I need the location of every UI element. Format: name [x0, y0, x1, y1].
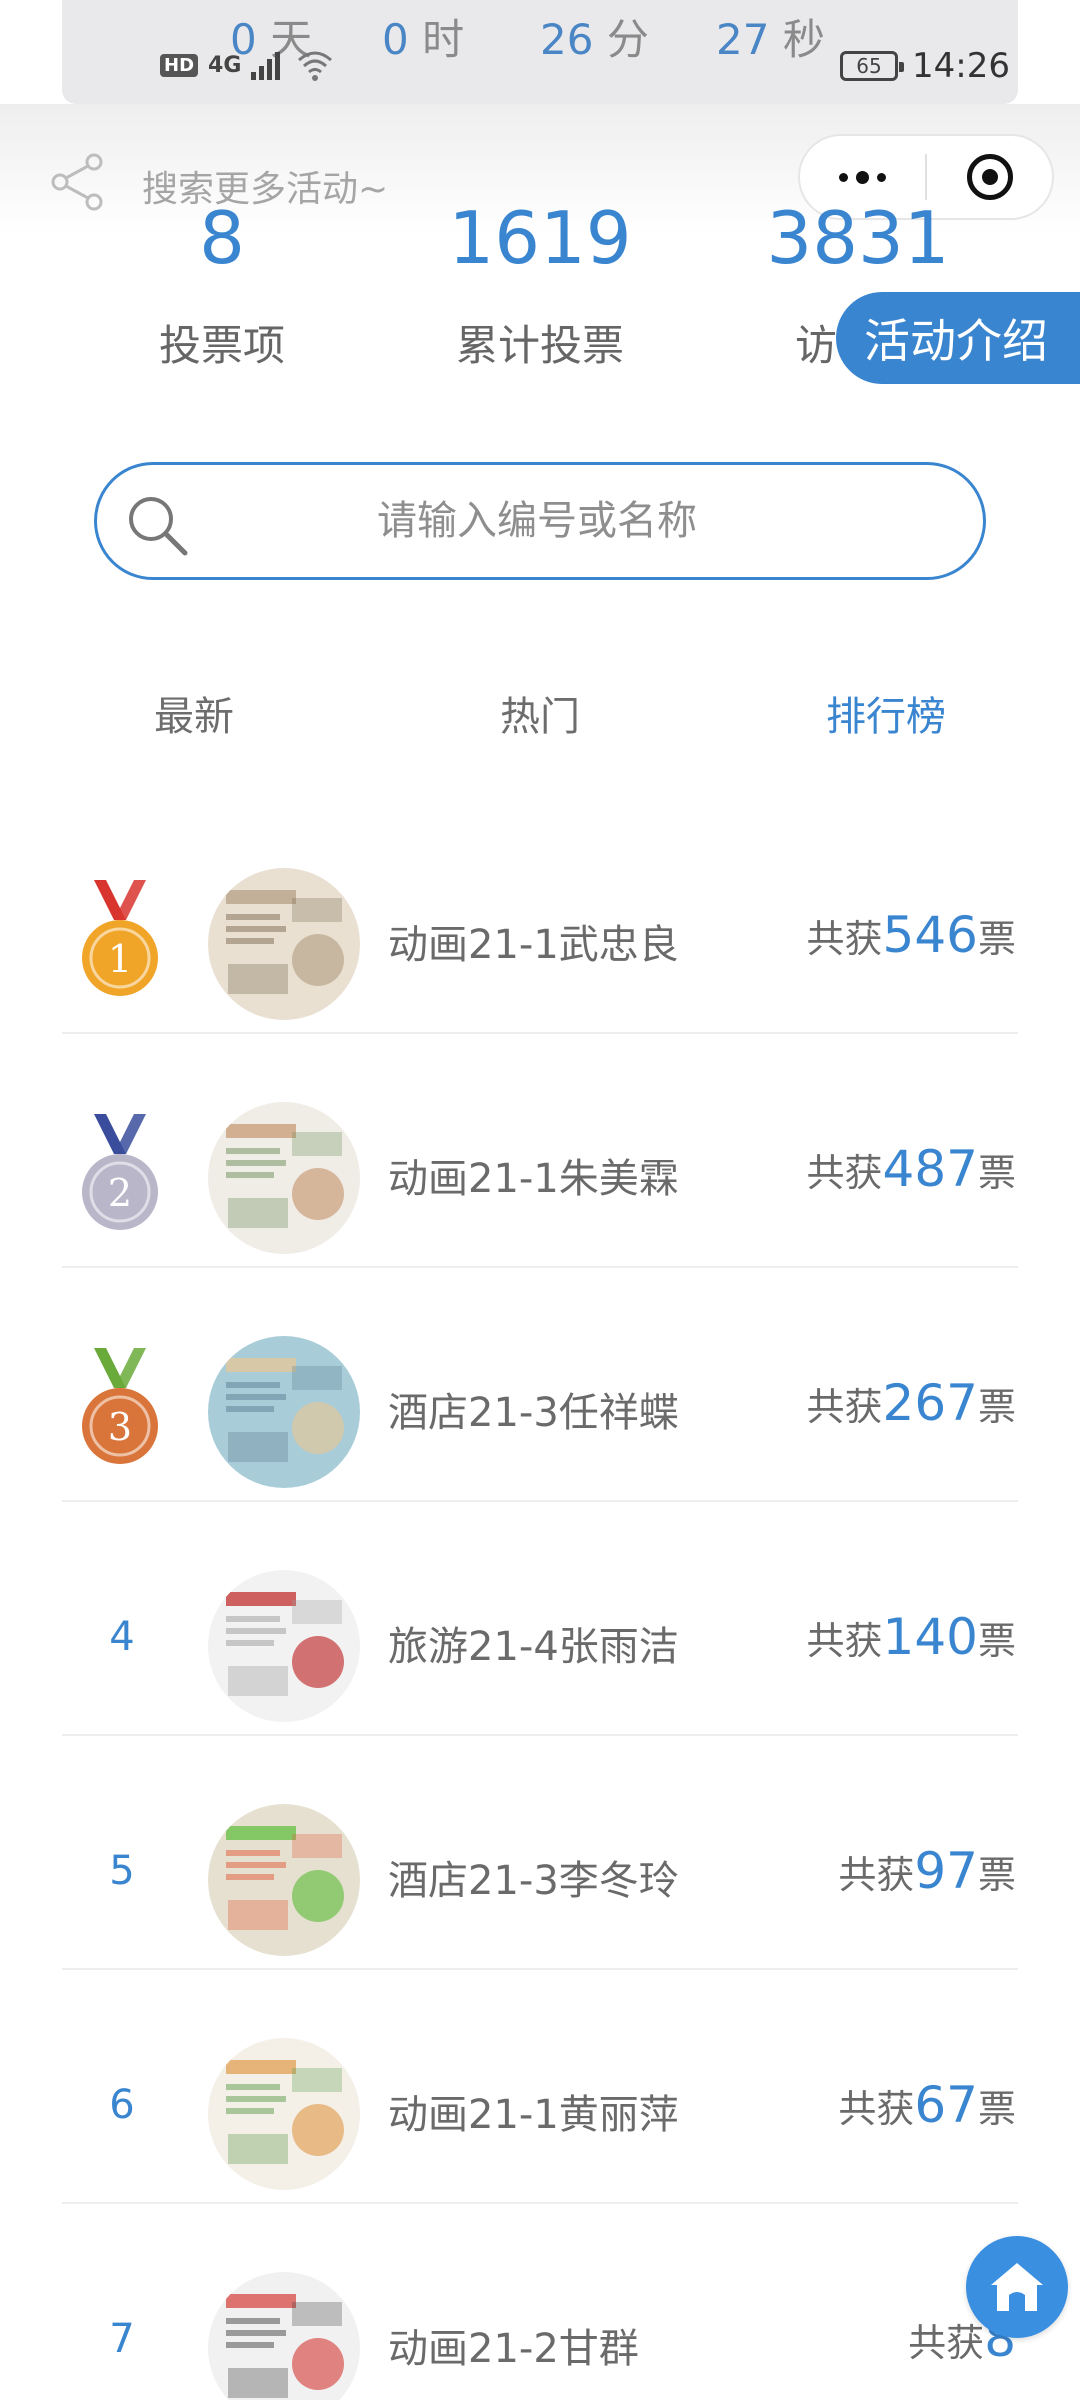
entry-votes: 共获546票: [807, 906, 1016, 964]
votes-count: 267: [882, 1374, 978, 1432]
votes-suffix: 票: [977, 1853, 1016, 1897]
countdown-minutes: 26 分: [540, 6, 649, 67]
medal-3-icon: 3: [82, 1348, 158, 1464]
votes-suffix: 票: [977, 2087, 1016, 2131]
signal-label: 4G: [208, 52, 242, 78]
home-icon: [991, 2263, 1043, 2311]
entry-thumbnail[interactable]: [208, 1804, 360, 1956]
minutes-value: 26: [540, 15, 594, 64]
votes-prefix: 共获: [806, 1385, 883, 1429]
ranking-row[interactable]: 6 动画21-1黄丽萍 共获67票: [0, 1970, 1080, 2204]
entry-name: 动画21-1朱美霖: [388, 1156, 679, 1202]
tab-hot[interactable]: 热门: [500, 684, 580, 742]
medal-1-icon: 1: [82, 880, 158, 996]
tab-ranking[interactable]: 排行榜: [826, 684, 946, 742]
home-button[interactable]: [966, 2236, 1068, 2338]
ranking-row[interactable]: 3 酒店21-3任祥蝶 共获267票: [0, 1268, 1080, 1502]
minutes-unit: 分: [606, 15, 649, 64]
seconds-unit: 秒: [782, 15, 825, 64]
search-input[interactable]: [207, 465, 867, 577]
entry-thumbnail[interactable]: [208, 1102, 360, 1254]
entry-name: 动画21-2甘群: [388, 2326, 639, 2372]
ranking-row[interactable]: 7 动画21-2甘群 共获8: [0, 2204, 1080, 2400]
votes-suffix: 票: [977, 1151, 1016, 1195]
ranking-row[interactable]: 5 酒店21-3李冬玲 共获97票: [0, 1736, 1080, 1970]
votes-count: 546: [882, 906, 978, 964]
ranking-row[interactable]: 4 旅游21-4张雨洁 共获140票: [0, 1502, 1080, 1736]
votes-prefix: 共获: [806, 1619, 883, 1663]
votes-prefix: 共获: [806, 917, 883, 961]
rank-number: 4: [109, 1614, 135, 1660]
votes-count: 487: [882, 1140, 978, 1198]
stat-items-value: 8: [199, 196, 245, 280]
wifi-icon: [298, 51, 333, 81]
entry-name: 酒店21-3李冬玲: [388, 1858, 679, 1904]
search-icon: [129, 497, 188, 556]
seconds-value: 27: [716, 15, 770, 64]
ranking-row[interactable]: 2 动画21-1朱美霖 共获487票: [0, 1034, 1080, 1268]
votes-suffix: 票: [977, 1385, 1016, 1429]
stat-votes-label: 累计投票: [455, 321, 625, 370]
rank-number: 6: [109, 2082, 135, 2128]
entry-thumbnail[interactable]: [208, 868, 360, 1020]
entry-votes: 共获487票: [807, 1140, 1016, 1198]
stat-items-label: 投票项: [158, 321, 286, 370]
stat-votes-value: 1619: [448, 196, 632, 280]
votes-suffix: 票: [977, 1619, 1016, 1663]
more-dots-icon: [839, 170, 886, 184]
entry-votes: 共获140票: [807, 1608, 1016, 1666]
search-more-link[interactable]: 搜索更多活动~: [142, 160, 388, 212]
svg-text:3: 3: [108, 1405, 132, 1449]
entry-name: 动画21-1黄丽萍: [388, 2092, 679, 2138]
ranking-row[interactable]: 1 动画21-1武忠良 共获546票: [0, 800, 1080, 1034]
votes-count: 140: [882, 1608, 978, 1666]
hd-icon: HD: [160, 53, 199, 77]
entry-thumbnail[interactable]: [208, 1336, 360, 1488]
status-right: 65 14:26: [840, 46, 1010, 86]
votes-count: 97: [914, 1842, 978, 1900]
signal-bars-icon: [251, 52, 281, 80]
status-indicators: HD 4G: [160, 48, 335, 82]
entry-thumbnail[interactable]: [208, 1570, 360, 1722]
rank-number: 7: [109, 2316, 135, 2362]
medal-2-icon: 2: [82, 1114, 158, 1230]
activity-intro-button[interactable]: 活动介绍: [836, 292, 1080, 384]
countdown-seconds: 27 秒: [716, 6, 825, 67]
status-time: 14:26: [912, 46, 1010, 86]
entry-name: 动画21-1武忠良: [388, 922, 679, 968]
hours-unit: 时: [422, 15, 465, 64]
entry-name: 旅游21-4张雨洁: [388, 1624, 679, 1670]
hours-value: 0: [382, 15, 409, 64]
entry-thumbnail[interactable]: [208, 2272, 360, 2400]
svg-text:2: 2: [108, 1171, 132, 1215]
battery-level: 65: [856, 54, 882, 78]
tab-latest[interactable]: 最新: [154, 684, 234, 742]
entry-votes: 共获67票: [838, 2076, 1016, 2134]
entry-votes: 共获267票: [807, 1374, 1016, 1432]
votes-count: 67: [914, 2076, 978, 2134]
entry-thumbnail[interactable]: [208, 2038, 360, 2190]
entry-name: 酒店21-3任祥蝶: [388, 1390, 679, 1436]
entry-votes: 共获97票: [838, 1842, 1016, 1900]
target-icon: [966, 154, 1013, 200]
share-icon[interactable]: [46, 150, 110, 214]
votes-suffix: 票: [977, 917, 1016, 961]
votes-prefix: 共获: [838, 2087, 915, 2131]
votes-prefix: 共获: [838, 1853, 915, 1897]
votes-prefix: 共获: [908, 2321, 985, 2365]
battery-icon: 65: [840, 51, 904, 81]
votes-prefix: 共获: [806, 1151, 883, 1195]
search-box[interactable]: [94, 462, 986, 580]
rank-number: 5: [109, 1848, 135, 1894]
svg-text:1: 1: [108, 937, 132, 981]
stat-visits-label: 访: [794, 321, 838, 370]
stat-visits-value: 3831: [766, 196, 950, 280]
countdown-hours: 0 时: [382, 6, 464, 67]
